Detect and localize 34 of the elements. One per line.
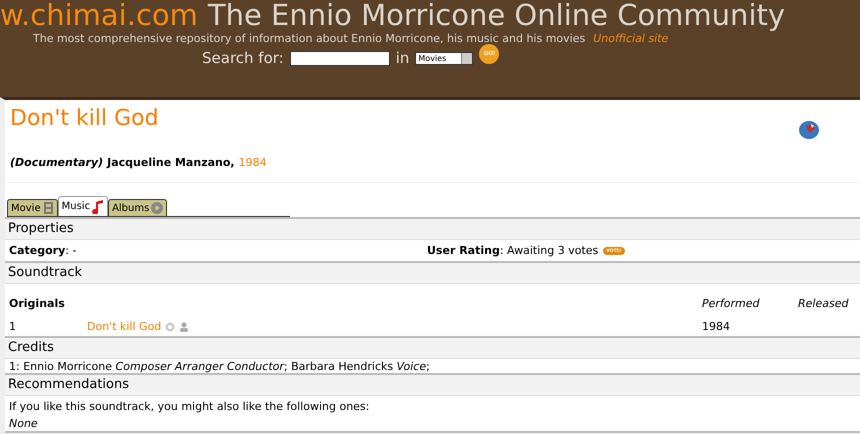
credits-text: 1: Ennio Morricone Composer Arranger Conductor; Barbara Hendricks Voice; (9, 360, 430, 372)
site-title: The Ennio Morricone Online Community (208, 0, 786, 31)
search-field[interactable] (290, 50, 390, 66)
performed-year: 1984 (702, 320, 730, 333)
section-title: Recommendations (8, 377, 130, 392)
recommendations-text: If you like this soundtrack, you might also like the following ones: (9, 400, 370, 412)
year-link[interactable]: 1984 (238, 156, 267, 182)
track-link[interactable]: Don't kill God (87, 320, 162, 333)
group-heading: Originals (9, 297, 66, 310)
tab[interactable]: Movie (7, 199, 58, 216)
scope-dropdown[interactable]: Movies (415, 52, 474, 64)
unofficial-link[interactable]: Unofficial site (593, 32, 668, 45)
column-header: Performed (702, 297, 761, 310)
tab[interactable]: Music (58, 196, 108, 216)
section-title: Properties (8, 221, 74, 236)
movie-title: Don't kill God (10, 106, 159, 133)
director-name: Jacqueline Manzano, (107, 156, 235, 171)
user-rating-field: User Rating: Awaiting 3 votes (427, 244, 598, 257)
music-note-icon (92, 200, 104, 214)
section-title: Soundtrack (8, 265, 82, 280)
in-label: in (396, 49, 410, 67)
genre-label: (Documentary) (10, 156, 104, 171)
category-field: Category: - (9, 244, 427, 257)
tab[interactable]: Albums (108, 199, 168, 216)
search-label: Search for: (202, 49, 284, 67)
globe-icon[interactable] (798, 120, 820, 140)
track-number: 1 (9, 320, 17, 333)
site-name[interactable]: w.chimai.com (0, 0, 198, 31)
film-icon (42, 202, 54, 214)
disc-icon (151, 202, 164, 214)
none-text: None (9, 417, 38, 430)
tagline: The most comprehensive repository of information about Ennio Morricone, his music and his movies (33, 32, 586, 45)
column-header: Released (798, 297, 848, 310)
section-title: Credits (8, 340, 54, 355)
